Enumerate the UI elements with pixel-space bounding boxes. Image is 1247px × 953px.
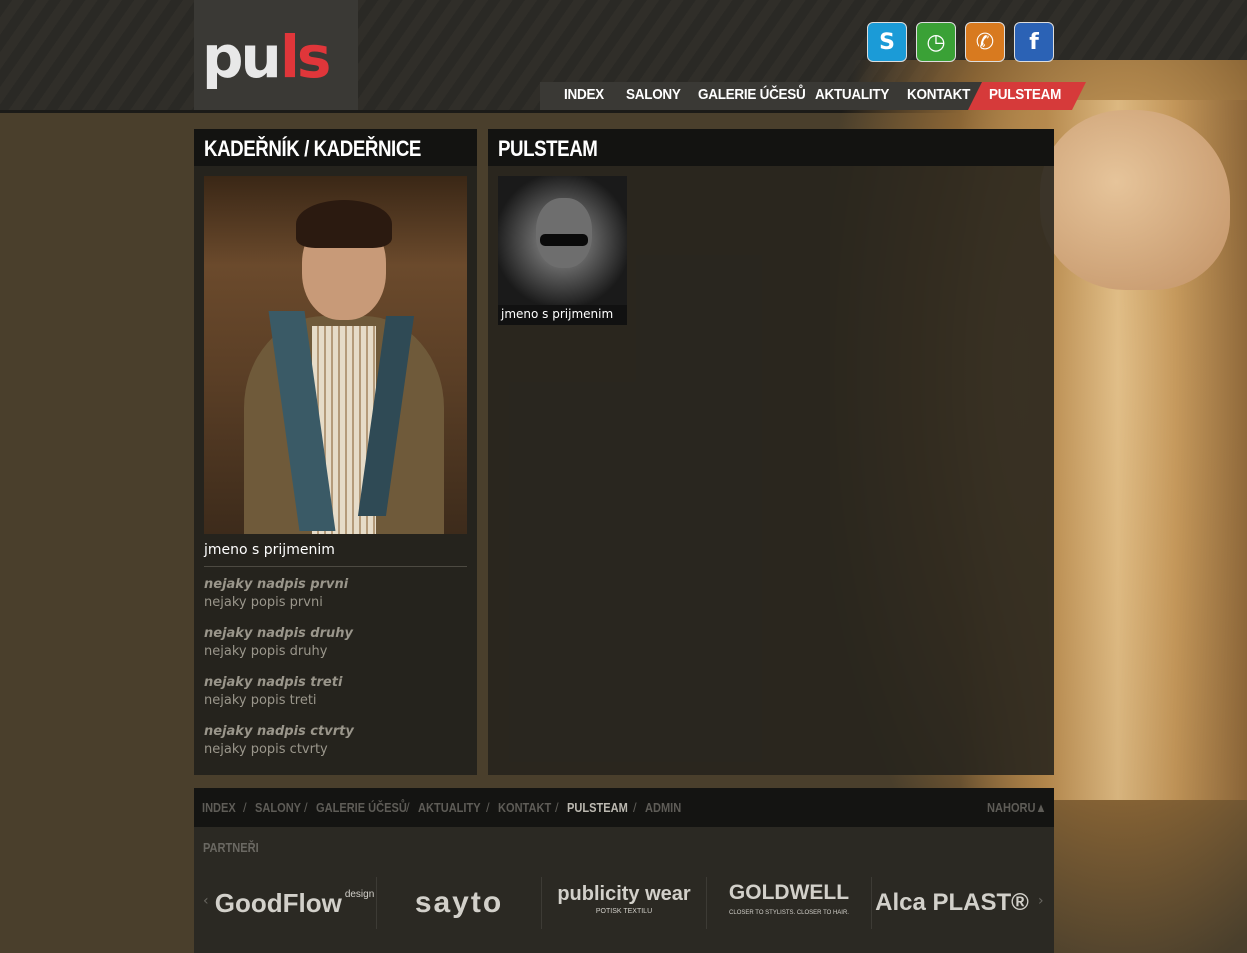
info-heading: nejaky nadpis ctvrty xyxy=(204,724,354,739)
partner-name: sayto xyxy=(414,886,504,919)
footer-separator: / xyxy=(633,800,637,815)
info-description: nejaky popis prvni xyxy=(204,595,323,610)
panel-title-bar: KADEŘNÍK / KADEŘNICE xyxy=(194,129,477,166)
footer-link-aktuality[interactable]: AKTUALITY xyxy=(418,800,481,815)
nav-index[interactable]: INDEX xyxy=(564,86,604,103)
nav-salony[interactable]: SALONY xyxy=(626,86,681,103)
thumb-head xyxy=(536,198,592,268)
nav-galerie[interactable]: GALERIE ÚČESŮ xyxy=(698,86,806,103)
partner-sub: CLOSER TO STYLISTS. CLOSER TO HAIR. xyxy=(729,910,849,916)
partner-alcaplast-logo[interactable]: Alca PLAST® xyxy=(872,877,1032,929)
nav-pulsteam[interactable]: PULSTEAM xyxy=(989,86,1061,103)
footer-separator: / xyxy=(555,800,559,815)
photo-hair xyxy=(296,200,392,248)
logo-text-red: ls xyxy=(280,23,331,91)
partner-goodflow-logo[interactable]: GoodFlow design xyxy=(213,877,377,929)
hair-model-face xyxy=(1040,110,1230,290)
partner-sayto-logo[interactable]: sayto xyxy=(377,877,542,929)
footer-separator: / xyxy=(486,800,490,815)
team-member-name: jmeno s prijmenim xyxy=(501,307,614,321)
site-logo[interactable]: pu ls xyxy=(194,0,358,110)
skype-glyph: S xyxy=(879,29,895,55)
partner-name: Alca PLAST® xyxy=(875,889,1029,916)
info-heading: nejaky nadpis druhy xyxy=(204,626,354,641)
footer-link-pulsteam[interactable]: PULSTEAM xyxy=(567,800,628,815)
divider xyxy=(204,566,467,567)
facebook-icon[interactable]: f xyxy=(1014,22,1054,62)
partner-goldwell-logo[interactable]: GOLDWELL CLOSER TO STYLISTS. CLOSER TO HA… xyxy=(707,877,872,929)
nav-aktuality[interactable]: AKTUALITY xyxy=(815,86,889,103)
partner-name: publicity wear xyxy=(557,883,691,905)
nav-kontakt[interactable]: KONTAKT xyxy=(907,86,970,103)
info-description: nejaky popis treti xyxy=(204,693,317,708)
stylist-name: jmeno s prijmenim xyxy=(204,542,335,558)
footer-link-salony[interactable]: SALONY xyxy=(255,800,301,815)
partner-sub: design xyxy=(344,888,375,900)
info-description: nejaky popis ctvrty xyxy=(204,742,328,757)
partner-name: GoodFlow xyxy=(214,887,342,918)
facebook-glyph: f xyxy=(1029,29,1039,55)
team-member-thumb[interactable]: jmeno s prijmenim xyxy=(498,176,627,325)
info-description: nejaky popis druhy xyxy=(204,644,328,659)
clock-icon[interactable]: ◷ xyxy=(916,22,956,62)
footer-link-admin[interactable]: ADMIN xyxy=(645,800,681,815)
footer-separator: / xyxy=(243,800,247,815)
panel-title: KADEŘNÍK / KADEŘNICE xyxy=(204,136,421,161)
panel-title: PULSTEAM xyxy=(498,136,598,161)
partners-next-arrow[interactable]: › xyxy=(1038,893,1044,909)
partners-label: PARTNEŘI xyxy=(203,840,259,855)
footer-link-galerie[interactable]: GALERIE ÚČESŮ xyxy=(316,800,407,815)
footer-separator: / xyxy=(406,800,410,815)
back-to-top-link[interactable]: NAHORU▲ xyxy=(987,800,1046,815)
footer-link-index[interactable]: INDEX xyxy=(202,800,236,815)
info-heading: nejaky nadpis prvni xyxy=(204,577,349,592)
panel-title-bar: PULSTEAM xyxy=(488,129,1054,166)
skype-icon[interactable]: S xyxy=(867,22,907,62)
partner-publicity-logo[interactable]: publicity wear POTISK TEXTILU xyxy=(542,877,707,929)
phone-glyph: ✆ xyxy=(975,29,995,55)
logo-text-white: pu xyxy=(202,23,282,91)
partners-prev-arrow[interactable]: ‹ xyxy=(203,893,209,909)
partner-sub: POTISK TEXTILU xyxy=(595,908,653,915)
clock-glyph: ◷ xyxy=(926,29,946,55)
partner-name: GOLDWELL xyxy=(728,881,850,904)
footer-separator: / xyxy=(304,800,308,815)
phone-icon[interactable]: ✆ xyxy=(965,22,1005,62)
info-heading: nejaky nadpis treti xyxy=(204,675,343,690)
sunglasses xyxy=(540,234,588,246)
stylist-photo xyxy=(204,176,467,534)
footer-link-kontakt[interactable]: KONTAKT xyxy=(498,800,551,815)
